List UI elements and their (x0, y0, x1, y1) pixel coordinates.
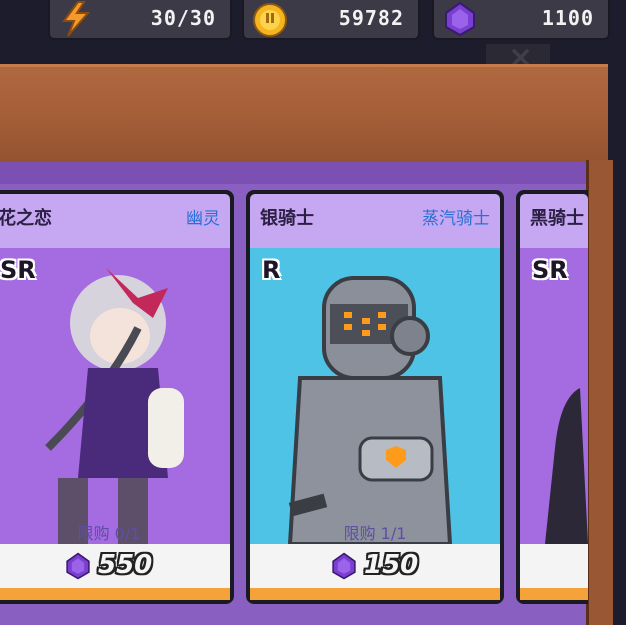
purple-gem-icon (66, 552, 90, 580)
card-art: R (250, 248, 500, 544)
purple-gem-icon (332, 552, 356, 580)
purchase-limit: 限购 1/1 (343, 524, 407, 543)
coin-icon (253, 3, 287, 37)
shop-frame-right (586, 160, 613, 625)
character-card-3[interactable]: 黑骑士 SR (516, 190, 588, 604)
card-art: SR (0, 248, 230, 544)
price-value: 550 (98, 550, 153, 580)
card-name: 花之恋 (0, 208, 52, 229)
character-card-2[interactable]: 银骑士 蒸汽骑士 R 限购 1/1 150 (246, 190, 504, 604)
card-type: 幽灵 (186, 209, 220, 229)
shop-frame-top (0, 64, 608, 169)
gem-value: 1100 (541, 6, 594, 30)
energy-counter[interactable]: 30/30 (48, 0, 232, 40)
rarity-badge: SR (0, 256, 36, 284)
card-type: 蒸汽骑士 (422, 209, 490, 229)
knight-character-illustration (287, 276, 453, 544)
price-button[interactable]: 150 (250, 544, 500, 588)
card-footer (520, 588, 588, 600)
card-header: 银骑士 蒸汽骑士 (250, 194, 500, 248)
character-card-1[interactable]: 花之恋 幽灵 SR 限购 0/1 550 (0, 190, 234, 604)
dark-knight-illustration (545, 388, 588, 544)
girl-character-illustration (45, 268, 184, 544)
lightning-icon (62, 1, 91, 37)
gem-counter[interactable]: 1100 (432, 0, 610, 40)
card-art: SR (520, 248, 588, 544)
card-name: 黑骑士 (530, 208, 584, 229)
price-button[interactable] (520, 544, 588, 588)
coin-value: 59782 (338, 6, 404, 30)
energy-value: 30/30 (150, 6, 216, 30)
rarity-badge: SR (532, 256, 568, 284)
card-header: 花之恋 幽灵 (0, 194, 230, 248)
coin-counter[interactable]: 59782 (242, 0, 420, 40)
card-header: 黑骑士 (520, 194, 588, 248)
purchase-limit: 限购 0/1 (77, 524, 141, 543)
purple-gem-icon (445, 1, 475, 37)
price-button[interactable]: 550 (0, 544, 230, 588)
rarity-badge: R (262, 256, 281, 284)
card-name: 银骑士 (260, 208, 314, 229)
card-footer (0, 588, 230, 600)
card-footer (250, 588, 500, 600)
price-value: 150 (364, 550, 419, 580)
